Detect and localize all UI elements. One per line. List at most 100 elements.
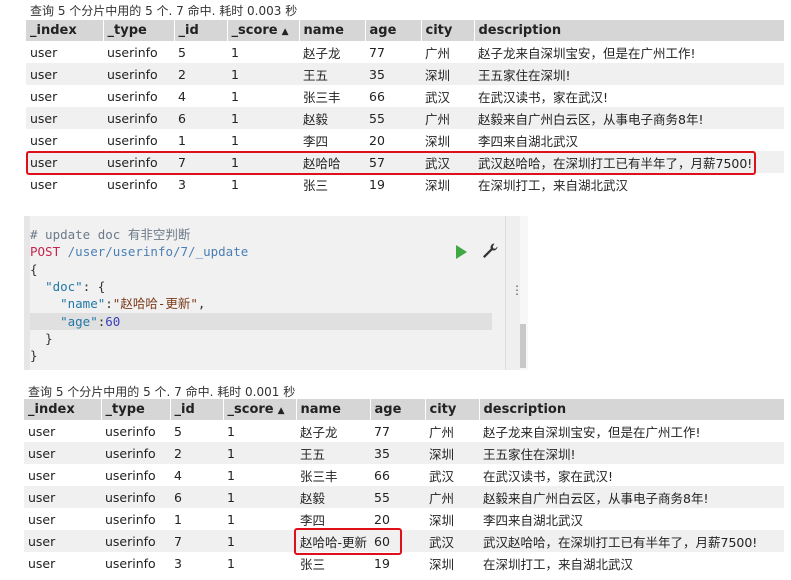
cell-index: user [26,129,103,151]
cell-name: 王五 [299,63,365,85]
col-header-id[interactable]: _id [174,20,228,41]
cell-age: 20 [370,508,425,530]
cell-city: 广州 [425,420,479,442]
cell-index: user [24,442,101,464]
cell-description: 赵毅来自广州白云区，从事电子商务8年! [479,486,784,508]
cell-score: 1 [223,420,296,442]
cell-type: userinfo [101,552,170,574]
cell-age: 35 [365,63,421,85]
table-row[interactable]: user userinfo 1 1 李四 20 深圳 李四来自湖北武汉 [24,508,784,530]
bottom-result-meta: 查询 5 个分片中用的 5 个. 7 命中. 耗时 0.001 秒 [28,385,296,399]
cell-id: 4 [170,464,223,486]
query-editor[interactable]: # update doc 有非空判断 POST /user/userinfo/7… [24,216,528,370]
cell-index: user [24,464,101,486]
cell-age: 77 [365,41,421,63]
cell-score: 1 [227,85,299,107]
cell-age: 66 [365,85,421,107]
cell-description: 在深圳打工，来自湖北武汉 [479,552,784,574]
cell-type: userinfo [101,486,170,508]
bottom-header-row: _index _type _id _score ▲ name age city d… [24,399,785,420]
col-header-score[interactable]: _score ▲ [227,20,300,41]
cell-city: 深圳 [421,129,474,151]
cell-index: user [24,508,101,530]
table-row[interactable]: user userinfo 7 1 赵哈哈-更新 60 武汉 武汉赵哈哈，在深圳打工已有半年了… [24,530,784,552]
table-row[interactable]: user userinfo 1 1 李四 20 深圳 李四来自湖北武汉 [26,129,784,151]
table-row[interactable]: user userinfo 4 1 张三丰 66 武汉 在武汉读书，家在武汉! [24,464,784,486]
cell-score: 1 [223,442,296,464]
cell-index: user [24,420,101,442]
table-row[interactable]: user userinfo 2 1 王五 35 深圳 王五家住在深圳! [24,442,784,464]
doc-open: : { [82,279,106,294]
table-row[interactable]: user userinfo 6 1 赵毅 55 广州 赵毅来自广州白云区，从事电子商务8年! [26,107,784,129]
cell-type: userinfo [101,508,170,530]
col-header-score-label: _score [227,402,274,417]
cell-age: 19 [370,552,425,574]
sort-asc-icon: ▲ [281,27,289,37]
cell-name: 赵毅 [299,107,365,129]
cell-age: 77 [370,420,425,442]
cell-city: 深圳 [425,508,479,530]
wrench-icon[interactable] [481,242,499,260]
highlight-row-box [26,151,756,175]
col-header-city[interactable]: city [421,20,475,41]
cell-index: user [24,486,101,508]
code-age-line: "age":60 [30,314,120,330]
cell-type: userinfo [101,464,170,486]
col-header-city[interactable]: city [425,399,480,420]
table-row[interactable]: user userinfo 2 1 王五 35 深圳 王五家住在深圳! [26,63,784,85]
cell-age: 55 [365,107,421,129]
col-header-age[interactable]: age [365,20,422,41]
name-colon: : [105,296,113,311]
inner-close-brace: } [45,331,53,346]
cell-id: 5 [174,41,227,63]
table-row[interactable]: user userinfo 3 1 张三 19 深圳 在深圳打工，来自湖北武汉 [26,173,784,195]
col-header-name[interactable]: name [299,20,366,41]
top-header-row: _index _type _id _score ▲ name age city d… [26,20,785,41]
col-header-type[interactable]: _type [101,399,171,420]
cell-name: 张三 [296,552,370,574]
cell-description: 武汉赵哈哈，在深圳打工已有半年了，月薪7500! [479,530,784,552]
play-icon[interactable] [456,245,467,259]
table-row[interactable]: user userinfo 5 1 赵子龙 77 广州 赵子龙来自深圳宝安，但是在广州工作! [26,41,784,63]
cell-city: 深圳 [421,173,474,195]
col-header-score-label: _score [231,23,278,38]
table-row[interactable]: user userinfo 6 1 赵毅 55 广州 赵毅来自广州白云区，从事电子商务8年! [24,486,784,508]
top-result-meta: 查询 5 个分片中用的 5 个. 7 命中. 耗时 0.003 秒 [30,4,298,18]
cell-name: 赵子龙 [296,420,370,442]
col-header-id[interactable]: _id [170,399,224,420]
age-value: 60 [105,314,121,329]
sort-asc-icon: ▲ [277,406,285,416]
cell-score: 1 [227,107,299,129]
col-header-index[interactable]: _index [26,20,104,41]
bottom-results-table: _index _type _id _score ▲ name age city d… [24,399,785,574]
cell-name: 张三丰 [299,85,365,107]
cell-type: userinfo [103,63,174,85]
cell-description: 王五家住在深圳! [479,442,784,464]
cell-age: 19 [365,173,421,195]
cell-id: 4 [174,85,227,107]
cell-index: user [26,63,103,85]
table-row[interactable]: user userinfo 3 1 张三 19 深圳 在深圳打工，来自湖北武汉 [24,552,784,574]
cell-score: 1 [227,129,299,151]
code-comment: # update doc 有非空判断 [30,227,191,242]
cell-type: userinfo [103,107,174,129]
cell-name: 张三 [299,173,365,195]
col-header-score[interactable]: _score ▲ [223,399,297,420]
splitter-handle-icon[interactable]: ⋮ [511,283,523,297]
cell-id: 1 [174,129,227,151]
code-open-brace: { [30,262,38,277]
cell-description: 赵子龙来自深圳宝安，但是在广州工作! [479,420,784,442]
col-header-type[interactable]: _type [103,20,175,41]
col-header-name[interactable]: name [296,399,371,420]
col-header-description[interactable]: description [479,399,785,420]
cell-name: 赵子龙 [299,41,365,63]
col-header-index[interactable]: _index [24,399,102,420]
table-row[interactable]: user userinfo 4 1 张三丰 66 武汉 在武汉读书，家在武汉! [26,85,784,107]
table-row[interactable]: user userinfo 5 1 赵子龙 77 广州 赵子龙来自深圳宝安，但是在广州工作! [24,420,784,442]
cell-type: userinfo [101,442,170,464]
col-header-age[interactable]: age [370,399,426,420]
cell-id: 3 [170,552,223,574]
cell-city: 武汉 [425,530,479,552]
col-header-description[interactable]: description [474,20,785,41]
cell-score: 1 [223,530,296,552]
